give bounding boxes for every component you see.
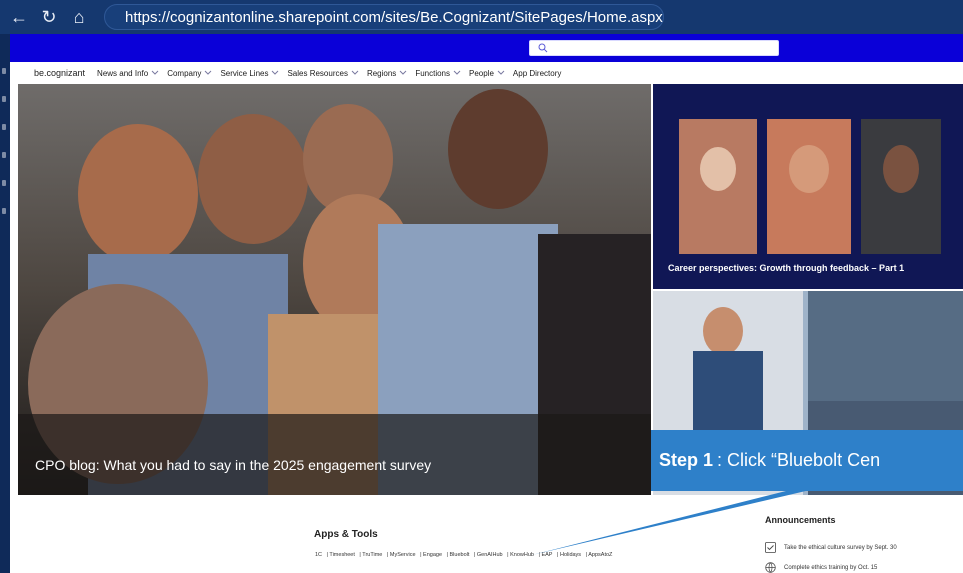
chevron-down-icon <box>453 70 461 75</box>
suite-bar <box>10 34 963 62</box>
left-rail <box>0 34 10 573</box>
app-link-timesheet[interactable]: Timesheet <box>329 552 354 558</box>
chevron-down-icon <box>205 70 212 75</box>
hero-banner[interactable]: CPO blog: What you had to say in the 202… <box>18 84 651 495</box>
announcement-text: Take the ethical culture survey by Sept.… <box>784 544 897 551</box>
rail-icon[interactable] <box>2 208 6 214</box>
rail-icon[interactable] <box>2 152 6 158</box>
tile-photos <box>679 119 941 254</box>
app-link-genaihub[interactable]: GenAIHub <box>477 552 503 558</box>
rail-icon[interactable] <box>2 124 6 130</box>
nav-item-people[interactable]: People <box>469 69 505 78</box>
chevron-down-icon <box>497 70 505 75</box>
rail-icon[interactable] <box>2 96 6 102</box>
nav-label: Regions <box>366 68 397 78</box>
hero-caption[interactable]: CPO blog: What you had to say in the 202… <box>35 457 431 473</box>
address-bar[interactable]: https://cognizantonline.sharepoint.com/s… <box>104 4 664 30</box>
nav-item-functions[interactable]: Functions <box>415 69 461 78</box>
announcement-item[interactable]: Take the ethical culture survey by Sept.… <box>765 542 897 553</box>
rail-icon[interactable] <box>2 180 6 186</box>
browser-toolbar: ← ↻ ⌂ https://cognizantonline.sharepoint… <box>0 0 963 34</box>
app-link-appsatoz[interactable]: AppsAtoZ <box>588 552 612 558</box>
globe-icon <box>765 562 776 573</box>
app-link-bluebolt[interactable]: Bluebolt <box>450 552 470 558</box>
url-text: https://cognizantonline.sharepoint.com/s… <box>125 8 663 26</box>
chevron-down-icon <box>351 70 359 75</box>
announcements-title: Announcements <box>765 515 836 525</box>
nav-label: Service Lines <box>220 68 269 78</box>
app-link-myservice[interactable]: MyService <box>390 552 416 558</box>
chevron-down-icon <box>272 70 279 75</box>
announcement-text: Complete ethics training by Oct. 15 <box>784 564 878 571</box>
tile-caption: Career perspectives: Growth through feed… <box>668 263 905 273</box>
rail-icon[interactable] <box>2 68 6 74</box>
refresh-icon[interactable]: ↻ <box>38 6 60 28</box>
app-link-eap[interactable]: EAP <box>541 552 552 558</box>
hero-photo <box>18 84 651 495</box>
nav-label: People <box>469 68 494 78</box>
chevron-down-icon <box>151 70 159 75</box>
nav-item-news[interactable]: News and Info <box>97 69 159 78</box>
app-link-trutime[interactable]: TruTime <box>362 552 382 558</box>
apps-tools-links: 1C | Timesheet | TruTime | MyService | E… <box>315 552 613 558</box>
chevron-down-icon <box>399 70 407 75</box>
callout-text: : Click “Bluebolt Cen <box>717 450 881 470</box>
back-icon[interactable]: ← <box>8 6 30 28</box>
app-link-knowhub[interactable]: KnowHub <box>510 552 534 558</box>
nav-item-regions[interactable]: Regions <box>367 69 407 78</box>
apps-tools-title: Apps & Tools <box>314 529 378 540</box>
site-nav: be.cognizant News and Info Company Servi… <box>10 62 963 84</box>
site-brand[interactable]: be.cognizant <box>34 68 85 78</box>
search-input[interactable] <box>529 40 779 56</box>
search-icon <box>538 43 548 53</box>
screen: ← ↻ ⌂ https://cognizantonline.sharepoint… <box>0 0 963 573</box>
app-link-engage[interactable]: Engage <box>423 552 442 558</box>
callout-step: Step 1 <box>659 450 714 470</box>
announcement-item[interactable]: Complete ethics training by Oct. 15 <box>765 562 877 573</box>
app-link-holidays[interactable]: Holidays <box>560 552 581 558</box>
nav-label: App Directory <box>512 68 562 78</box>
nav-label: News and Info <box>97 68 149 78</box>
news-tile-career[interactable]: Career perspectives: Growth through feed… <box>653 84 963 289</box>
nav-label: Sales Resources <box>287 68 348 78</box>
nav-item-app-directory[interactable]: App Directory <box>513 69 561 78</box>
home-icon[interactable]: ⌂ <box>68 6 90 28</box>
step-callout: Step 1: Click “Bluebolt Cen <box>651 430 963 491</box>
nav-label: Company <box>167 68 202 78</box>
checkbox-icon <box>765 542 776 553</box>
nav-label: Functions <box>415 68 450 78</box>
app-link-1c[interactable]: 1C <box>315 552 322 558</box>
nav-item-company[interactable]: Company <box>167 69 212 78</box>
nav-item-sales-resources[interactable]: Sales Resources <box>287 68 359 78</box>
page-content: be.cognizant News and Info Company Servi… <box>10 62 963 573</box>
nav-item-service-lines[interactable]: Service Lines <box>220 69 279 78</box>
